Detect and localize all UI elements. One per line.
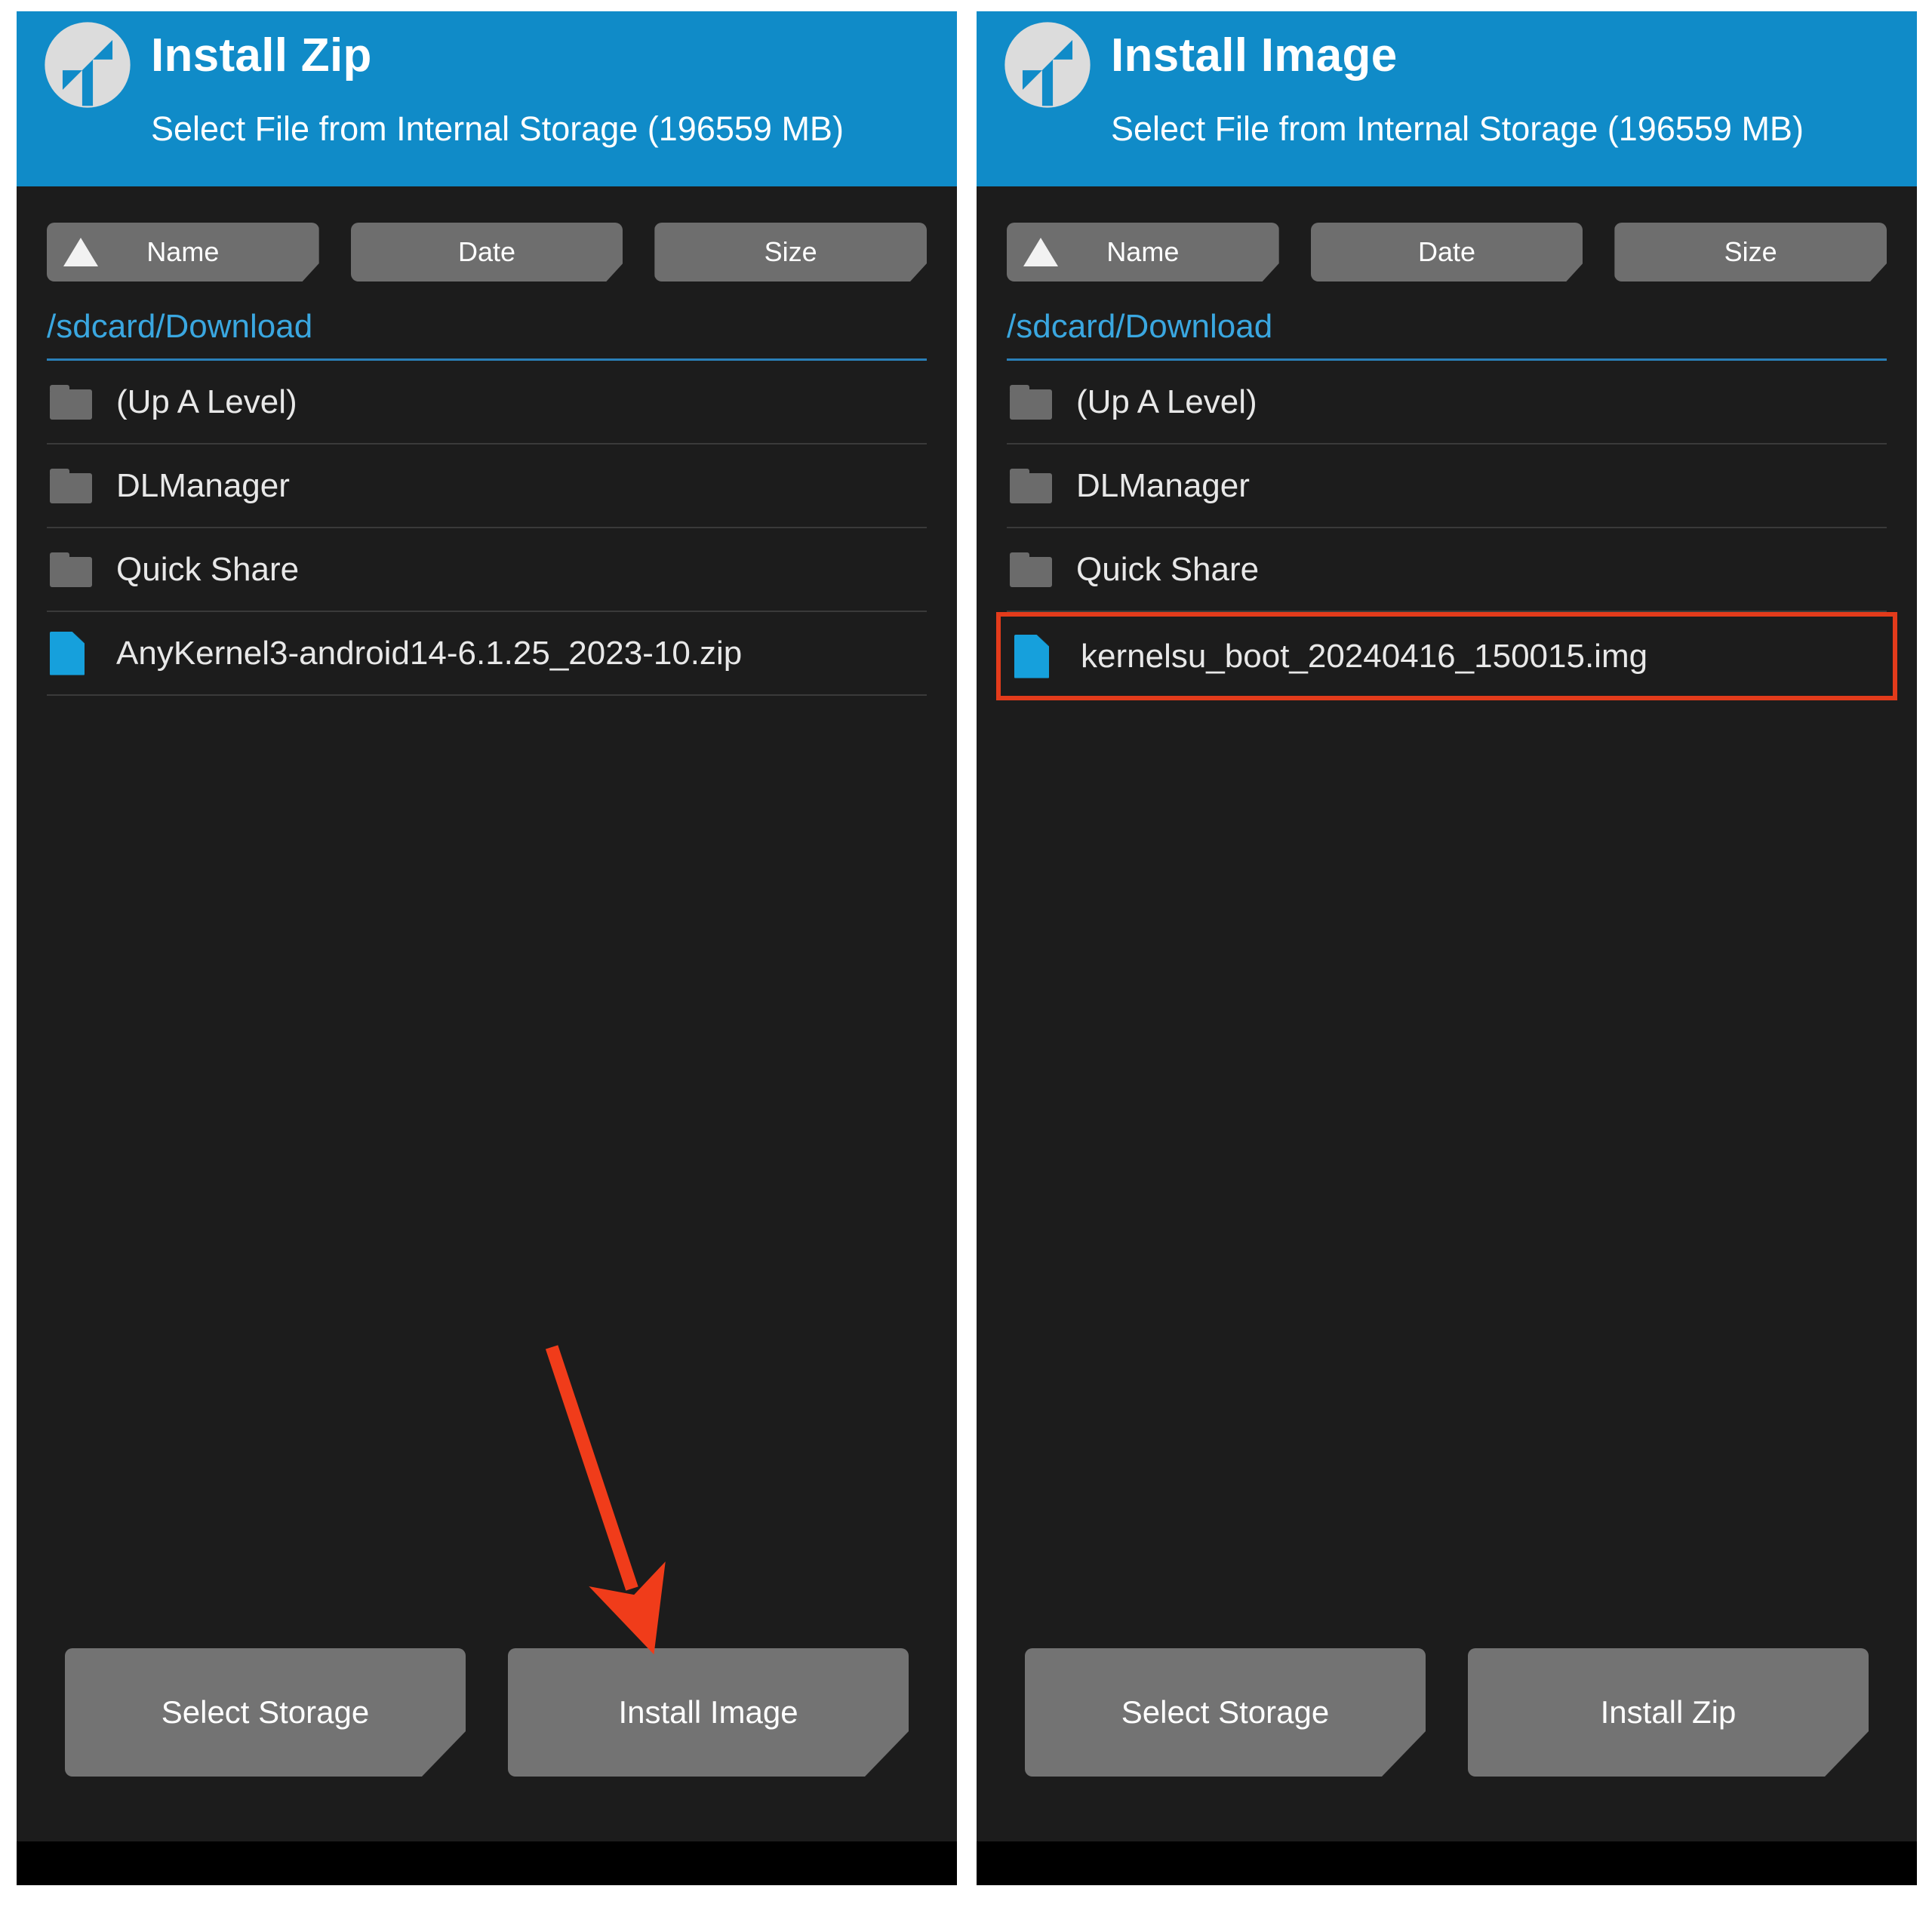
- icon-slot: [47, 384, 116, 420]
- panel-install-zip: Install Zip Select File from Internal St…: [17, 11, 957, 1885]
- list-item[interactable]: DLManager: [1007, 445, 1887, 528]
- file-list: (Up A Level) DLManager Quick Share: [996, 361, 1897, 700]
- icon-slot: [1007, 552, 1076, 587]
- list-item[interactable]: (Up A Level): [1007, 361, 1887, 445]
- sort-button-label: Size: [764, 236, 817, 267]
- page-title: Install Zip: [151, 29, 372, 82]
- file-list: (Up A Level) DLManager Quick Share: [47, 361, 927, 696]
- list-item-label: DLManager: [116, 466, 290, 504]
- twrp-logo-icon: [45, 22, 131, 108]
- sort-button-size[interactable]: Size: [654, 223, 927, 281]
- button-label: Install Image: [618, 1694, 798, 1730]
- sort-ascending-triangle-icon: [63, 238, 98, 266]
- list-item-label: (Up A Level): [116, 383, 297, 420]
- icon-slot: [47, 468, 116, 503]
- select-storage-button[interactable]: Select Storage: [65, 1648, 466, 1777]
- install-image-button[interactable]: Install Image: [508, 1648, 909, 1777]
- app-header: Install Image Select File from Internal …: [977, 11, 1917, 186]
- list-item-label: Quick Share: [116, 550, 300, 588]
- screenshot-stage: Install Zip Select File from Internal St…: [0, 0, 1932, 1932]
- sort-button-name[interactable]: Name: [47, 223, 319, 281]
- action-bar: Select Storage Install Image: [47, 1648, 927, 1777]
- file-icon: [1014, 634, 1049, 678]
- sort-button-label: Date: [1417, 236, 1476, 267]
- folder-icon: [50, 468, 92, 503]
- list-item[interactable]: AnyKernel3-android14-6.1.25_2023-10.zip: [47, 612, 927, 696]
- breadcrumb: /sdcard/Download: [47, 310, 927, 361]
- sort-button-name[interactable]: Name: [1007, 223, 1279, 281]
- sort-button-row: Name Date Size: [1007, 223, 1887, 281]
- folder-icon: [50, 384, 92, 420]
- folder-icon: [1010, 552, 1052, 587]
- list-item-label: kernelsu_boot_20240416_150015.img: [1081, 637, 1648, 675]
- list-item[interactable]: Quick Share: [1007, 528, 1887, 612]
- sort-button-date[interactable]: Date: [351, 223, 623, 281]
- sort-button-label: Name: [1106, 236, 1180, 267]
- page-subtitle: Select File from Internal Storage (19655…: [1111, 109, 1804, 148]
- system-nav-strip: [977, 1841, 1917, 1885]
- select-storage-button[interactable]: Select Storage: [1025, 1648, 1426, 1777]
- sort-ascending-triangle-icon: [1023, 238, 1058, 266]
- icon-slot: [1007, 468, 1076, 503]
- button-label: Select Storage: [161, 1694, 370, 1730]
- twrp-logo-icon: [1004, 22, 1091, 108]
- page-title: Install Image: [1111, 29, 1398, 82]
- list-item-selected[interactable]: kernelsu_boot_20240416_150015.img: [996, 612, 1897, 700]
- list-item[interactable]: Quick Share: [47, 528, 927, 612]
- current-path: /sdcard/Download: [47, 308, 313, 345]
- sort-button-size[interactable]: Size: [1614, 223, 1887, 281]
- icon-slot: [1011, 634, 1081, 678]
- button-label: Install Zip: [1600, 1694, 1737, 1730]
- page-subtitle: Select File from Internal Storage (19655…: [151, 109, 844, 148]
- file-icon: [50, 631, 85, 675]
- action-bar: Select Storage Install Zip: [1007, 1648, 1887, 1777]
- list-item[interactable]: DLManager: [47, 445, 927, 528]
- sort-button-label: Date: [457, 236, 516, 267]
- sort-button-row: Name Date Size: [47, 223, 927, 281]
- sort-button-label: Name: [146, 236, 220, 267]
- list-item-label: DLManager: [1076, 466, 1250, 504]
- folder-icon: [1010, 384, 1052, 420]
- list-item-label: Quick Share: [1076, 550, 1260, 588]
- list-item[interactable]: (Up A Level): [47, 361, 927, 445]
- install-zip-button[interactable]: Install Zip: [1468, 1648, 1869, 1777]
- panel-body: Name Date Size /sdcard/Download (Up A Le…: [17, 186, 957, 1841]
- system-nav-strip: [17, 1841, 957, 1885]
- list-item-label: (Up A Level): [1076, 383, 1257, 420]
- panel-body: Name Date Size /sdcard/Download (Up A Le…: [977, 186, 1917, 1841]
- panel-install-image: Install Image Select File from Internal …: [977, 11, 1917, 1885]
- breadcrumb: /sdcard/Download: [1007, 310, 1887, 361]
- folder-icon: [50, 552, 92, 587]
- folder-icon: [1010, 468, 1052, 503]
- icon-slot: [1007, 384, 1076, 420]
- app-header: Install Zip Select File from Internal St…: [17, 11, 957, 186]
- current-path: /sdcard/Download: [1007, 308, 1273, 345]
- button-label: Select Storage: [1121, 1694, 1330, 1730]
- icon-slot: [47, 631, 116, 675]
- list-item-label: AnyKernel3-android14-6.1.25_2023-10.zip: [116, 634, 743, 672]
- sort-button-date[interactable]: Date: [1311, 223, 1583, 281]
- sort-button-label: Size: [1724, 236, 1777, 267]
- icon-slot: [47, 552, 116, 587]
